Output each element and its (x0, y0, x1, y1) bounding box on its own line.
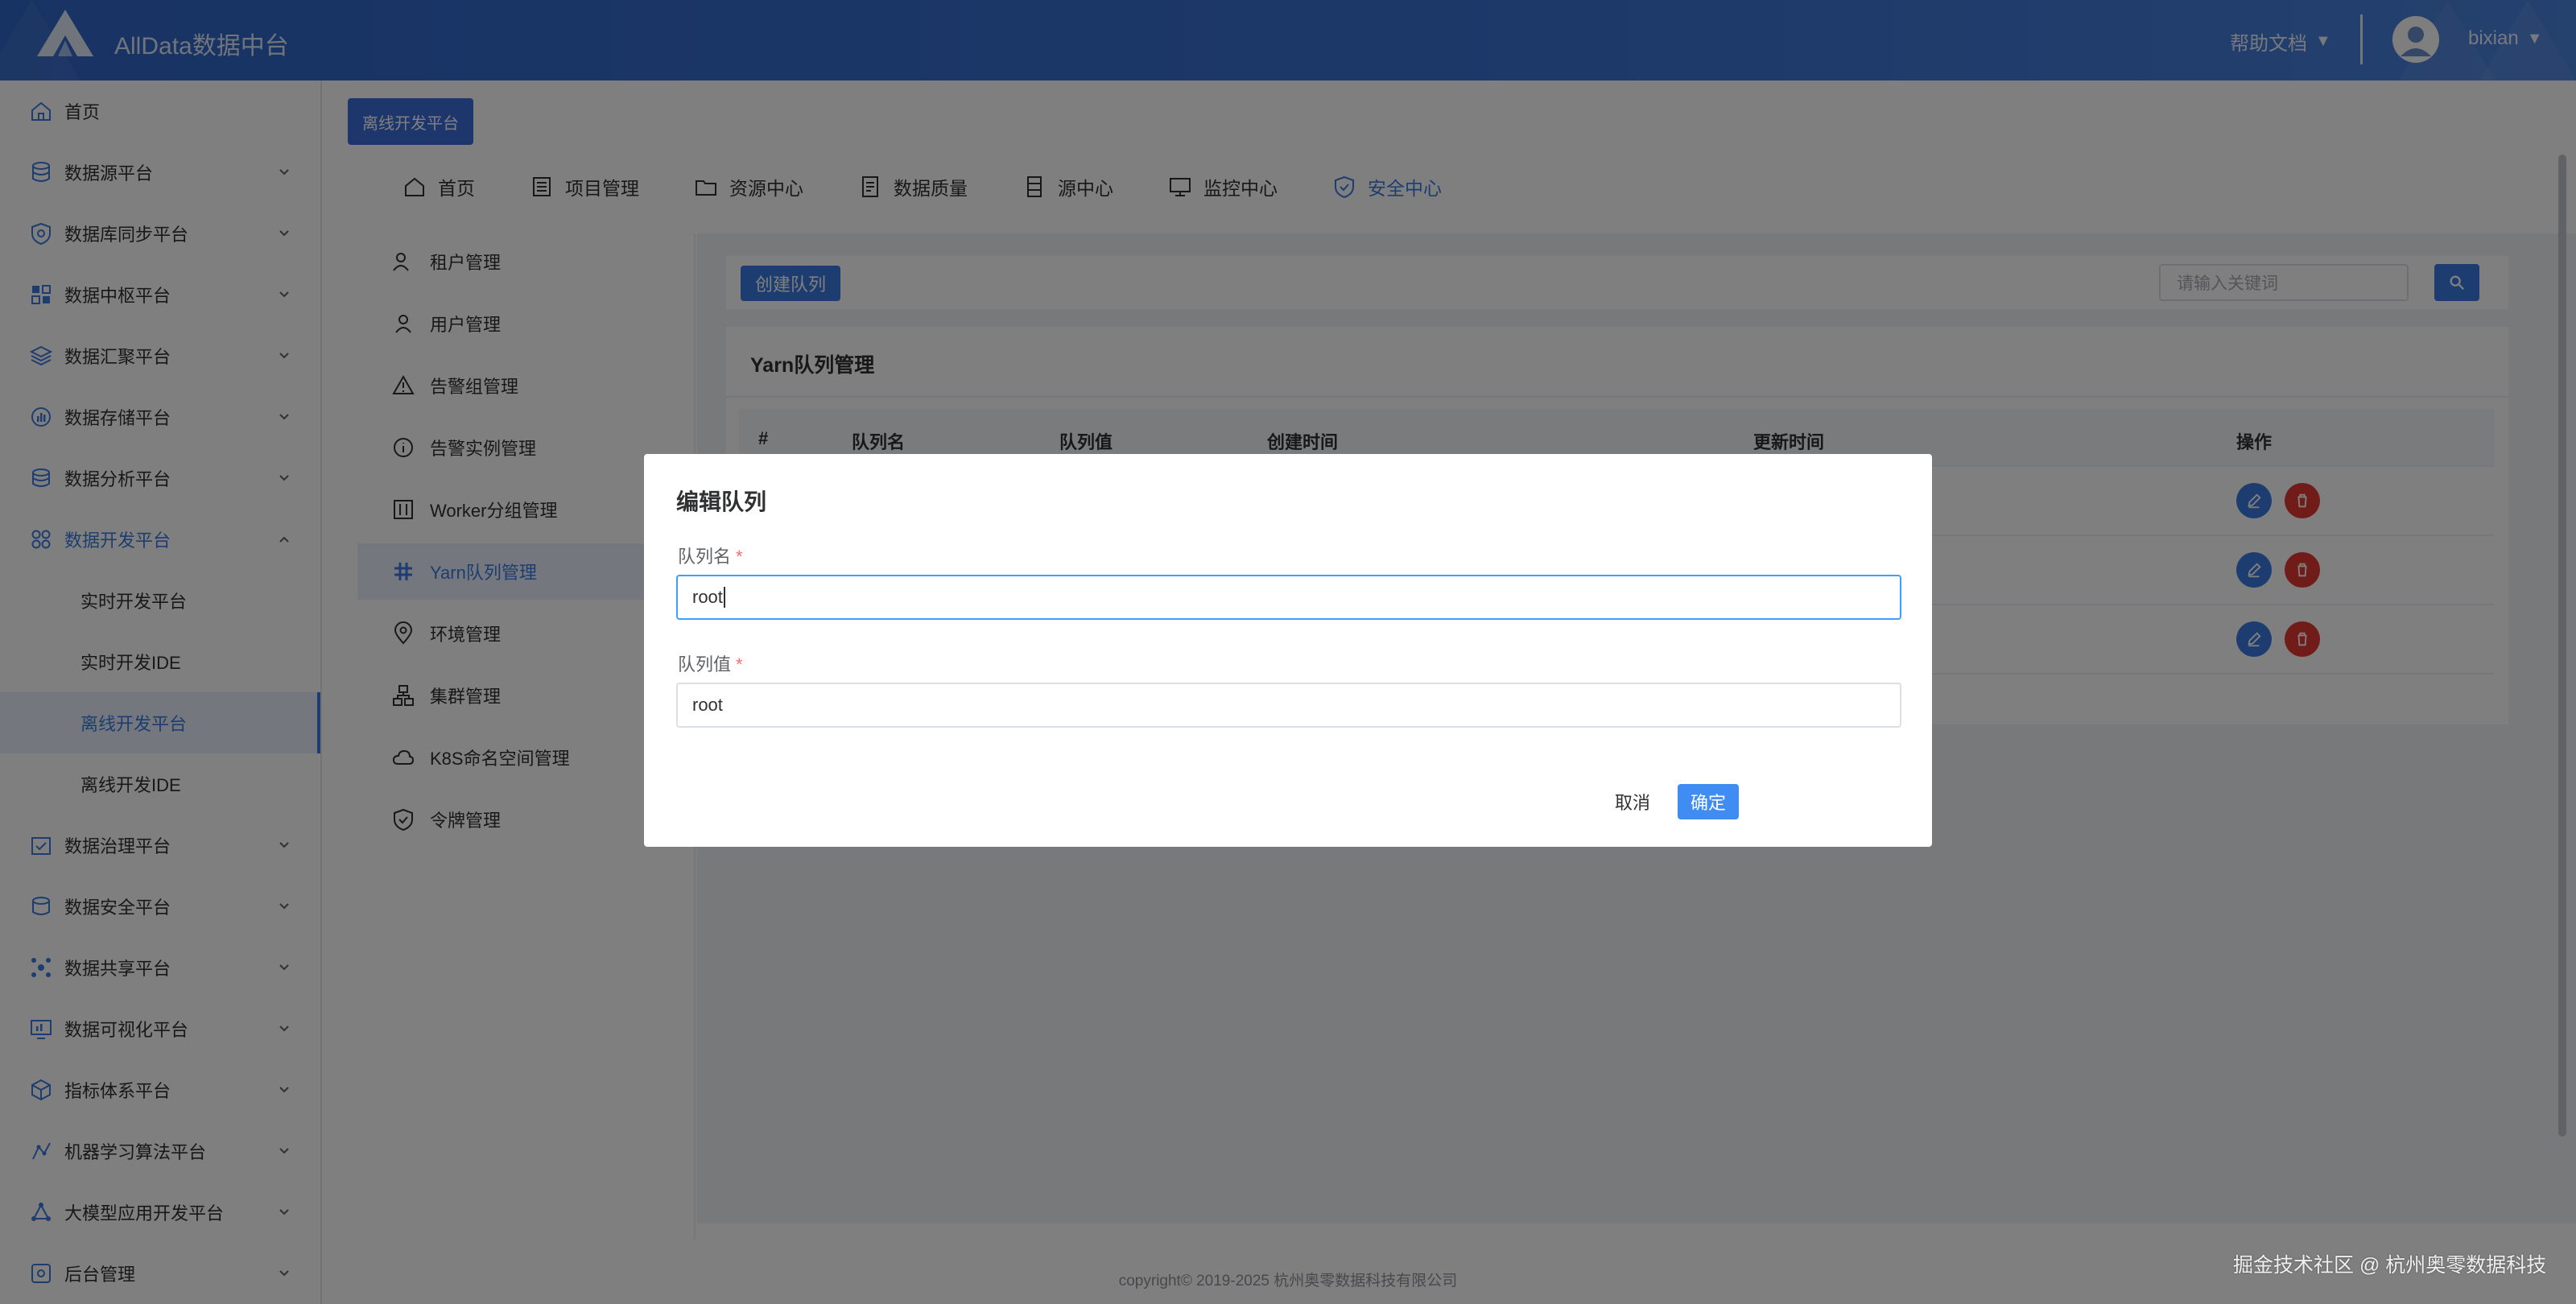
input-value: root (692, 587, 723, 607)
queue-name-input[interactable]: root (676, 575, 1901, 620)
confirm-button[interactable]: 确定 (1678, 784, 1740, 819)
required-asterisk: * (736, 654, 743, 675)
watermark: 掘金技术社区 @ 杭州奥零数据科技 (2233, 1254, 2547, 1277)
queue-name-label: 队列名 * (678, 543, 743, 568)
required-asterisk: * (736, 547, 743, 567)
input-value: root (692, 695, 723, 715)
text-cursor (723, 587, 725, 608)
queue-value-input[interactable]: root (676, 683, 1901, 728)
cancel-button[interactable]: 取消 (1607, 784, 1658, 819)
edit-queue-dialog: 编辑队列 队列名 * root 队列值 * root 取消 确定 (644, 454, 1932, 847)
field-label-text: 队列值 (678, 654, 732, 675)
field-label-text: 队列名 (678, 547, 732, 567)
queue-value-label: 队列值 * (678, 650, 743, 676)
dialog-title: 编辑队列 (676, 489, 767, 514)
